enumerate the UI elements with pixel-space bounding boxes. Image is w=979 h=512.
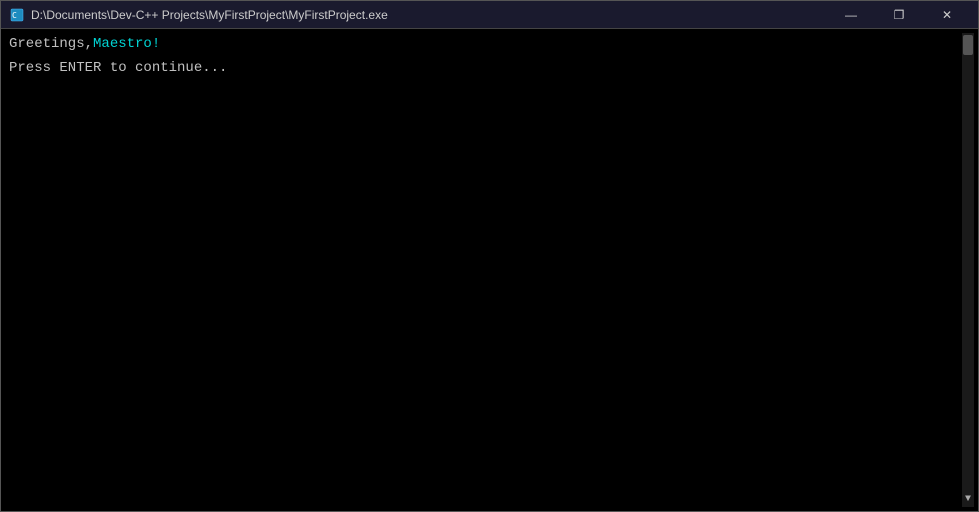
console-area: Greetings, Maestro! Press ENTER to conti…	[1, 29, 978, 511]
terminal-icon: C	[9, 7, 25, 23]
minimize-button[interactable]: —	[828, 1, 874, 29]
svg-text:C: C	[12, 11, 17, 20]
scrollbar-thumb	[963, 35, 973, 55]
title-bar-left: C D:\Documents\Dev-C++ Projects\MyFirstP…	[9, 7, 388, 23]
greeting-line: Greetings, Maestro!	[9, 35, 958, 55]
title-bar: C D:\Documents\Dev-C++ Projects\MyFirstP…	[1, 1, 978, 29]
close-button[interactable]: ✕	[924, 1, 970, 29]
scrollbar[interactable]: ▼	[962, 33, 974, 507]
window: C D:\Documents\Dev-C++ Projects\MyFirstP…	[0, 0, 979, 512]
console-content: Greetings, Maestro! Press ENTER to conti…	[5, 33, 962, 507]
press-line: Press ENTER to continue...	[9, 59, 958, 79]
title-bar-text: D:\Documents\Dev-C++ Projects\MyFirstPro…	[31, 8, 388, 22]
maximize-button[interactable]: ❐	[876, 1, 922, 29]
scrollbar-down-arrow[interactable]: ▼	[965, 494, 971, 507]
greeting-prefix: Greetings,	[9, 35, 93, 55]
greeting-name: Maestro!	[93, 35, 160, 55]
title-bar-controls: — ❐ ✕	[828, 1, 970, 29]
